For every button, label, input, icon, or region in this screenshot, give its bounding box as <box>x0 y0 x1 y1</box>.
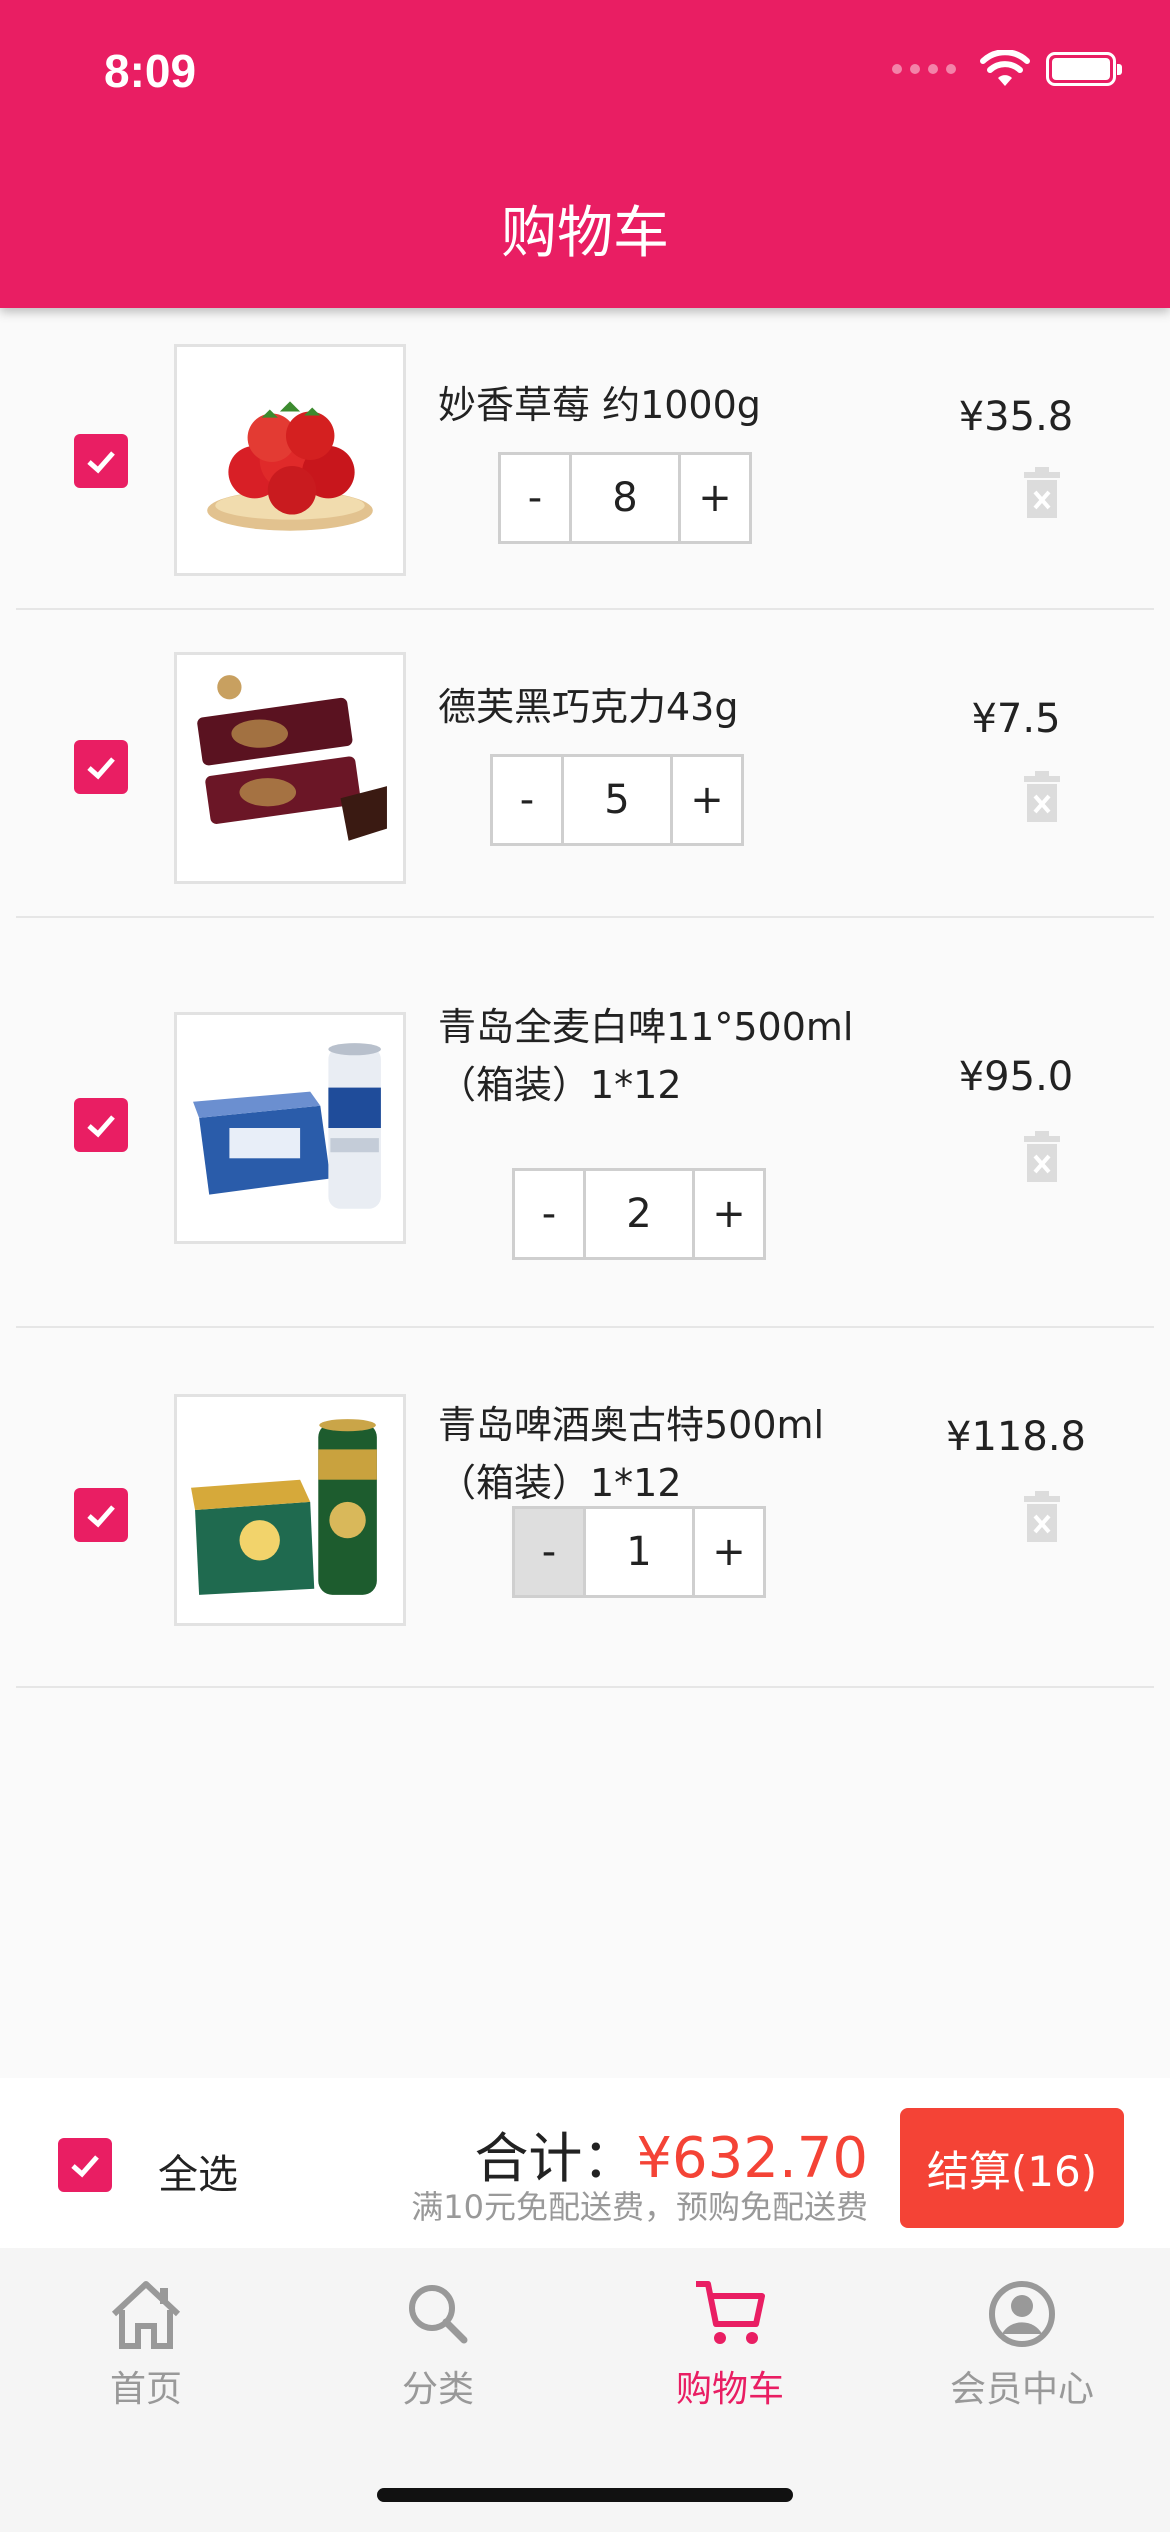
trash-icon[interactable] <box>1020 1490 1064 1544</box>
item-price: ¥7.5 <box>971 696 1061 742</box>
cart-item: 妙香草莓 约1000g - 8 + ¥35.8 <box>16 308 1154 610</box>
item-price: ¥95.0 <box>958 1054 1074 1100</box>
select-all-label[interactable]: 全选 <box>158 2142 238 2200</box>
increase-button[interactable]: + <box>673 757 741 843</box>
quantity-value[interactable]: 2 <box>583 1171 695 1257</box>
quantity-stepper: - 1 + <box>512 1506 766 1598</box>
check-icon <box>87 1115 115 1138</box>
item-name: 德芙黑巧克力43g <box>438 685 739 729</box>
checkout-button[interactable]: 结算(16) <box>900 2108 1124 2228</box>
item-checkbox[interactable] <box>74 1098 128 1152</box>
battery-icon <box>1046 52 1122 86</box>
item-checkbox[interactable] <box>74 740 128 794</box>
cart-item: 青岛啤酒奥古特500ml（箱装）1*12 - 1 + ¥118.8 <box>16 1328 1154 1688</box>
tab-label: 首页 <box>109 2369 182 2410</box>
item-name: 妙香草莓 约1000g <box>438 383 761 427</box>
status-icons <box>892 50 1122 88</box>
trash-icon[interactable] <box>1020 466 1064 520</box>
home-icon <box>111 2281 181 2349</box>
page-title: 购物车 <box>501 201 669 266</box>
cart-summary-bar: 全选 合计： ¥632.70 满10元免配送费，预购免配送费 结算(16) <box>0 2078 1170 2248</box>
check-icon <box>87 757 115 780</box>
check-icon <box>71 2155 99 2178</box>
cart-item: 青岛全麦白啤11°500ml（箱装）1*12 - 2 + ¥95.0 <box>16 918 1154 1328</box>
free-shipping-note: 满10元免配送费，预购免配送费 <box>411 2188 868 2226</box>
tab-label: 分类 <box>401 2369 474 2410</box>
item-name: 青岛全麦白啤11°500ml（箱装）1*12 <box>438 1005 854 1107</box>
cart-item: 德芙黑巧克力43g - 5 + ¥7.5 <box>16 610 1154 918</box>
increase-button[interactable]: + <box>681 455 749 541</box>
strawberry-image[interactable] <box>174 344 406 576</box>
item-price: ¥118.8 <box>946 1414 1086 1460</box>
item-checkbox[interactable] <box>74 1488 128 1542</box>
select-all-checkbox[interactable] <box>58 2138 112 2192</box>
user-icon <box>989 2281 1055 2347</box>
check-icon <box>87 451 115 474</box>
decrease-button[interactable]: - <box>501 455 569 541</box>
tab-label: 会员中心 <box>949 2369 1094 2410</box>
trash-icon[interactable] <box>1020 770 1064 824</box>
quantity-stepper: - 8 + <box>498 452 752 544</box>
tsingtao-wheat-beer-image[interactable] <box>174 1012 406 1244</box>
status-time: 8:09 <box>104 45 197 97</box>
cart-list: 妙香草莓 约1000g - 8 + ¥35.8 德芙黑巧克力43g - 5 + … <box>0 308 1170 1688</box>
quantity-stepper: - 5 + <box>490 754 744 846</box>
decrease-button[interactable]: - <box>493 757 561 843</box>
increase-button[interactable]: + <box>695 1171 763 1257</box>
wifi-icon <box>980 50 1030 86</box>
tab-label: 购物车 <box>675 2369 784 2410</box>
signal-icon <box>892 64 956 74</box>
quantity-value[interactable]: 8 <box>569 455 681 541</box>
item-name: 青岛啤酒奥古特500ml（箱装）1*12 <box>438 1403 825 1505</box>
item-checkbox[interactable] <box>74 434 128 488</box>
search-icon <box>409 2285 468 2344</box>
increase-button[interactable]: + <box>695 1509 763 1595</box>
quantity-value[interactable]: 1 <box>583 1509 695 1595</box>
quantity-stepper: - 2 + <box>512 1168 766 1260</box>
dove-chocolate-image[interactable] <box>174 652 406 884</box>
decrease-button[interactable]: - <box>515 1171 583 1257</box>
tsingtao-augerta-beer-image[interactable] <box>174 1394 406 1626</box>
check-icon <box>87 1505 115 1528</box>
cart-icon <box>696 2281 765 2344</box>
tab-member-center[interactable]: 会员中心 <box>932 2278 1112 2412</box>
home-indicator[interactable] <box>377 2488 793 2502</box>
tab-cart[interactable]: 购物车 <box>640 2278 820 2412</box>
decrease-button[interactable]: - <box>515 1509 583 1595</box>
tab-category[interactable]: 分类 <box>348 2278 528 2412</box>
tab-home[interactable]: 首页 <box>56 2278 236 2412</box>
quantity-value[interactable]: 5 <box>561 757 673 843</box>
trash-icon[interactable] <box>1020 1130 1064 1184</box>
app-header: 8:09 购物车 <box>0 0 1170 308</box>
item-price: ¥35.8 <box>958 394 1074 440</box>
